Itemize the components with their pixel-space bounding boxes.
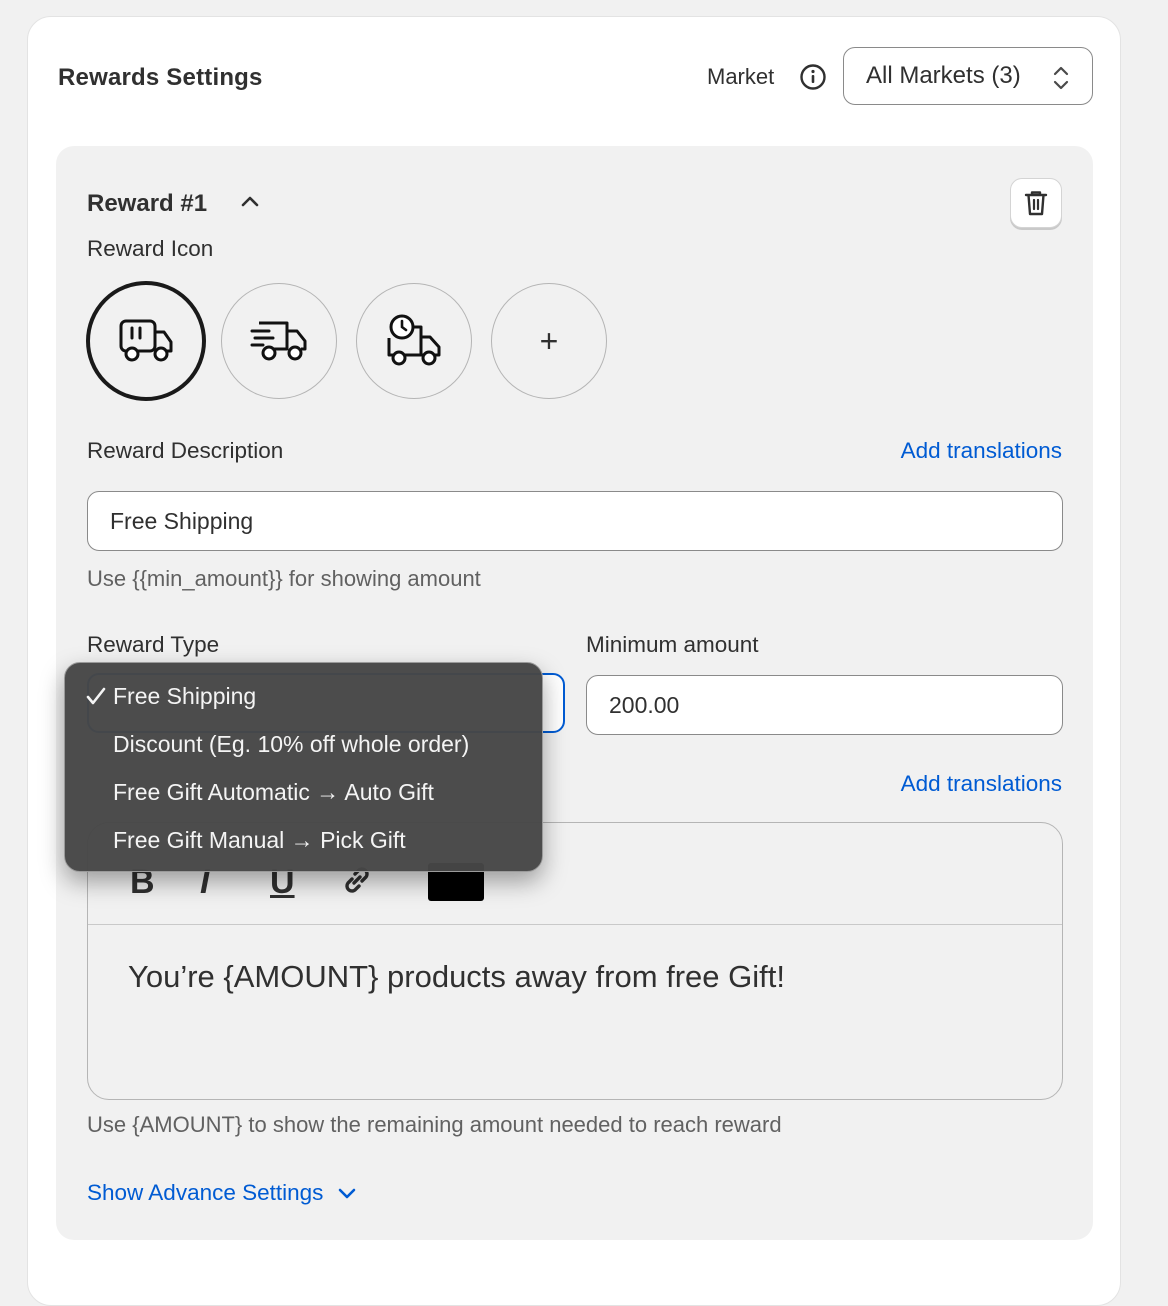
reward-type-dropdown-menu: Free Shipping Discount (Eg. 10% off whol… xyxy=(64,662,543,872)
reward-icon-option-2[interactable] xyxy=(221,283,337,399)
select-arrows-icon xyxy=(1053,66,1069,90)
add-translations-link[interactable]: Add translations xyxy=(901,438,1062,464)
minimum-amount-value: 200.00 xyxy=(609,691,680,718)
reward-title: Reward #1 xyxy=(87,190,208,217)
show-advance-settings-label: Show Advance Settings xyxy=(87,1180,324,1205)
chevron-up-icon[interactable] xyxy=(240,194,260,208)
reward-type-label: Reward Type xyxy=(87,632,220,657)
add-translations-link-2[interactable]: Add translations xyxy=(901,771,1062,797)
info-icon[interactable] xyxy=(799,63,827,91)
fast-delivery-truck-icon xyxy=(250,321,307,361)
add-icon: + xyxy=(539,323,559,359)
scheduled-delivery-truck-icon xyxy=(387,314,441,366)
market-select-value: All Markets (3) xyxy=(866,62,1021,89)
market-label: Market xyxy=(707,64,775,89)
dropdown-option-free-gift-automatic[interactable]: Free Gift Automatic → Auto Gift xyxy=(113,779,434,806)
reward-description-label: Reward Description xyxy=(87,438,284,463)
reward-icon-option-3[interactable] xyxy=(356,283,472,399)
truck-icon xyxy=(119,319,173,362)
reward-description-input[interactable]: Free Shipping xyxy=(87,491,1063,551)
editor-content[interactable]: You’re {AMOUNT} products away from free … xyxy=(128,959,785,995)
add-icon-button[interactable]: + xyxy=(491,283,607,399)
card-title: Rewards Settings xyxy=(58,64,263,91)
minimum-amount-label: Minimum amount xyxy=(586,632,759,657)
dropdown-option-free-shipping[interactable]: Free Shipping xyxy=(113,683,256,710)
minimum-amount-input[interactable]: 200.00 xyxy=(586,675,1063,735)
editor-hint: Use {AMOUNT} to show the remaining amoun… xyxy=(87,1112,782,1137)
reward-description-hint: Use {{min_amount}} for showing amount xyxy=(87,566,481,591)
trash-icon xyxy=(1024,191,1048,216)
reward-description-value: Free Shipping xyxy=(110,507,254,534)
show-advance-settings-link[interactable]: Show Advance Settings xyxy=(87,1180,357,1206)
market-select[interactable]: All Markets (3) xyxy=(843,47,1093,105)
dropdown-option-discount[interactable]: Discount (Eg. 10% off whole order) xyxy=(113,731,469,758)
delete-reward-button[interactable] xyxy=(1010,178,1062,228)
dropdown-option-free-gift-manual[interactable]: Free Gift Manual → Pick Gift xyxy=(113,827,406,854)
checkmark-icon xyxy=(86,687,106,705)
rewards-settings-card: Rewards Settings Market All Markets (3) … xyxy=(27,16,1121,1306)
chevron-down-icon xyxy=(339,1188,356,1199)
reward-icon-option-1[interactable] xyxy=(86,281,206,401)
reward-icon-label: Reward Icon xyxy=(87,236,214,261)
